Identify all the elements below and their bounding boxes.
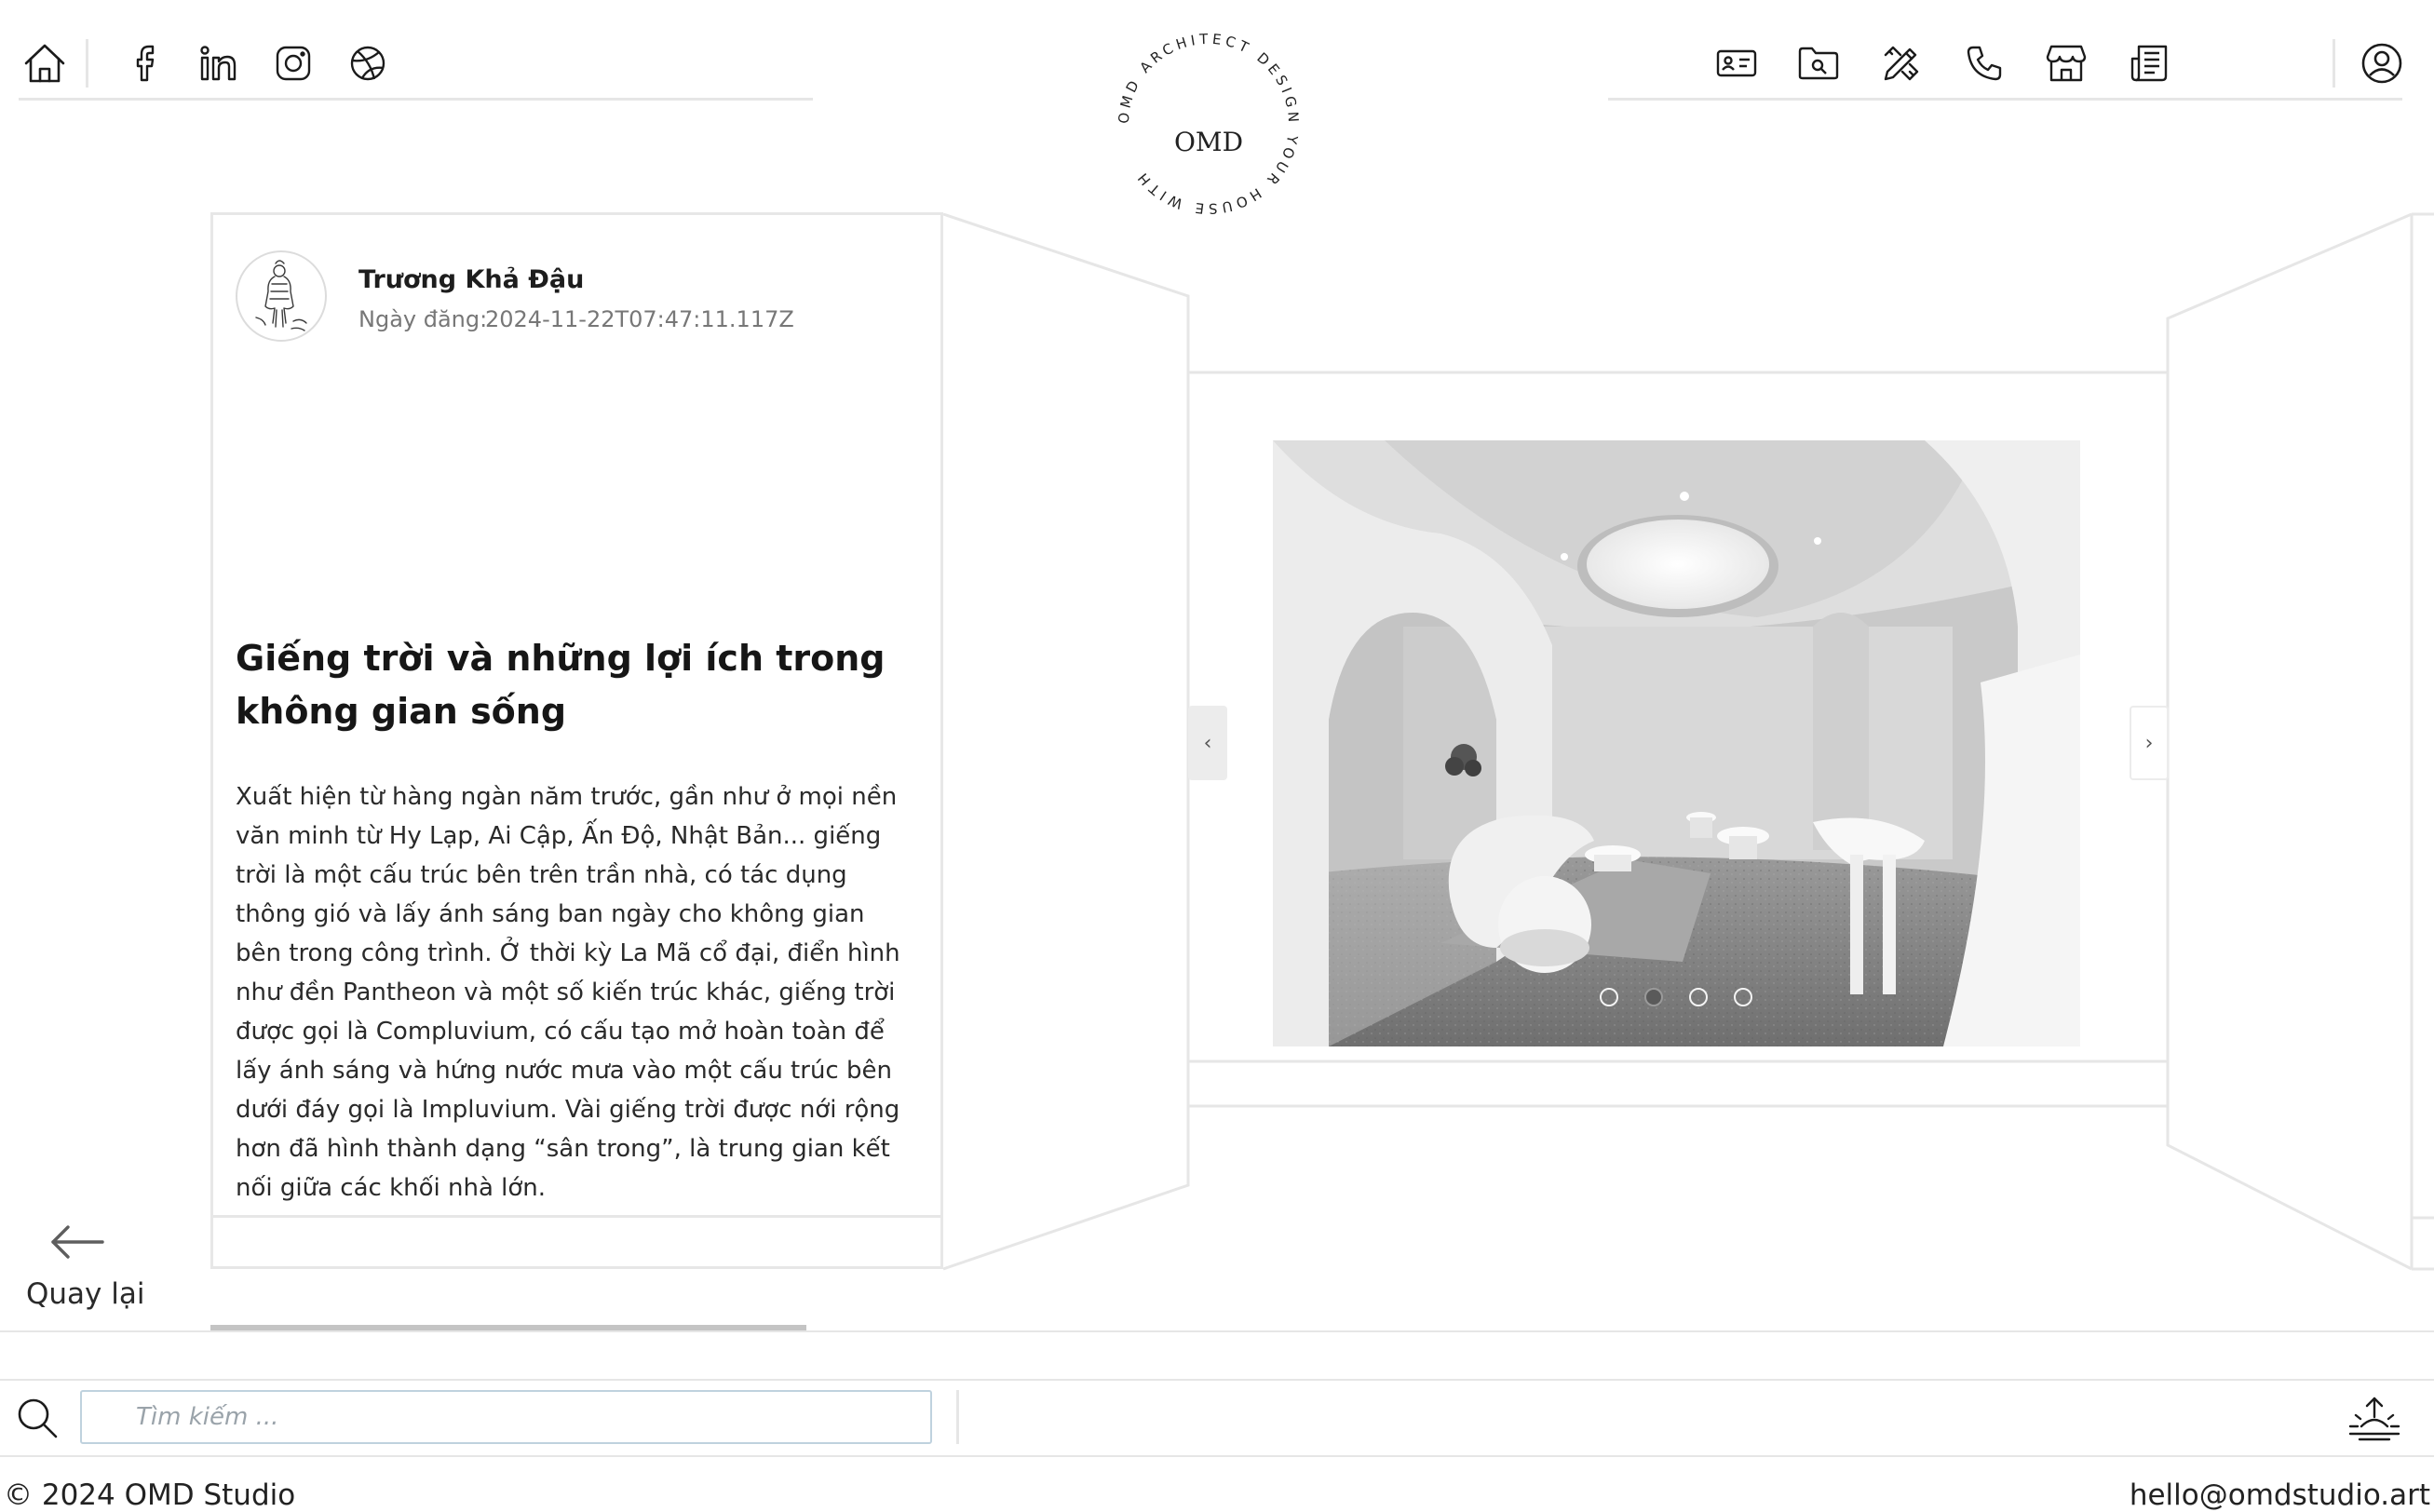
gallery-prev-button[interactable]: ‹ xyxy=(1188,706,1227,780)
gallery-dot-2[interactable] xyxy=(1644,988,1663,1006)
copyright-text: © 2024 OMD Studio xyxy=(4,1478,296,1512)
content-bottom-divider xyxy=(0,1330,2434,1332)
search-bar-bottom-divider xyxy=(0,1455,2434,1457)
author-name: Trương Khả Đậu xyxy=(358,265,585,294)
back-label[interactable]: Quay lại xyxy=(26,1277,144,1311)
date-label: Ngày đăng: xyxy=(358,306,488,332)
search-input[interactable] xyxy=(80,1390,932,1444)
card-bottom-divider xyxy=(213,1215,940,1218)
article-card: Trương Khả Đậu Ngày đăng: 2024-11-22T07:… xyxy=(210,212,943,1269)
scroll-to-top-icon[interactable] xyxy=(2346,1391,2402,1445)
gallery-dot-3[interactable] xyxy=(1689,988,1708,1006)
author-avatar xyxy=(236,250,327,342)
gallery-dot-4[interactable] xyxy=(1734,988,1752,1006)
gallery-image[interactable] xyxy=(1273,440,2080,1046)
search-bar-top-divider xyxy=(0,1379,2434,1381)
back-arrow-icon[interactable] xyxy=(47,1220,108,1264)
article-title: Giếng trời và những lợi ích trong không … xyxy=(236,638,886,732)
search-separator xyxy=(956,1390,959,1444)
gallery-dot-1[interactable] xyxy=(1600,988,1618,1006)
article-body: Xuất hiện từ hàng ngàn năm trước, gần nh… xyxy=(236,783,900,1202)
search-icon[interactable] xyxy=(13,1394,61,1442)
gallery-next-button[interactable]: › xyxy=(2130,706,2169,780)
publish-date: 2024-11-22T07:47:11.117Z xyxy=(485,306,794,332)
contact-email-link[interactable]: hello@omdstudio.art xyxy=(2130,1478,2430,1512)
